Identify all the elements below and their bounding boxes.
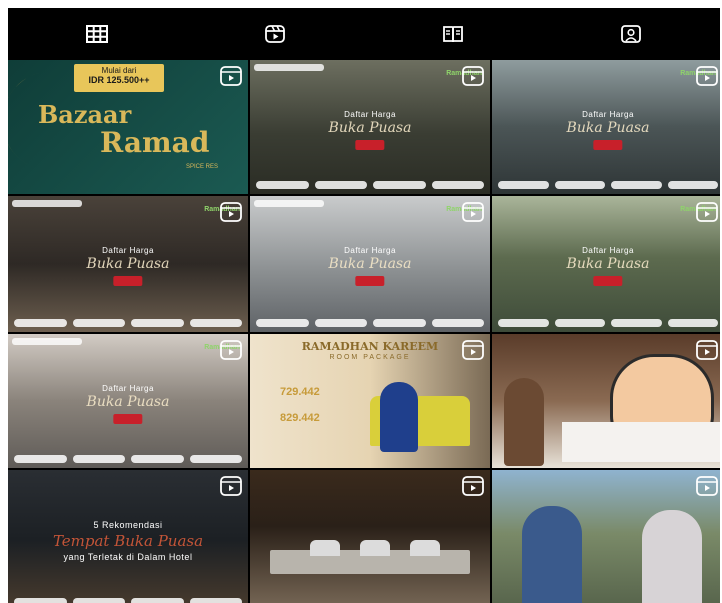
tile-footer	[498, 181, 718, 189]
tile-footer	[14, 455, 242, 463]
guest-photo	[642, 510, 702, 603]
tile-heading: 5 Rekomendasi	[93, 520, 163, 530]
post-tile[interactable]: Ramadhan Daftar Harga Buka Puasa	[492, 60, 720, 194]
guest-photo	[380, 382, 418, 452]
reel-indicator-icon	[696, 66, 718, 86]
reel-indicator-icon	[220, 476, 242, 496]
reel-indicator-icon	[462, 202, 484, 222]
tile-script-title: Buka Puasa	[566, 120, 650, 136]
post-grid: Mulai dari IDR 125.500++ Bazaar Ramad SP…	[8, 60, 720, 603]
reels-icon	[265, 25, 285, 43]
hotel-badge	[355, 276, 385, 286]
tile-subheading: yang Terletak di Dalam Hotel	[63, 552, 193, 562]
reel-indicator-icon	[462, 340, 484, 360]
room-price-1: 729.442	[280, 386, 320, 398]
reel-indicator-icon	[220, 202, 242, 222]
post-tile[interactable]: 5 Rekomendasi Tempat Buka Puasa yang Ter…	[8, 470, 248, 603]
post-tile[interactable]: Ramadhan Daftar Harga Buka Puasa	[8, 334, 248, 468]
reel-indicator-icon	[696, 476, 718, 496]
tab-tagged[interactable]	[542, 8, 720, 60]
tab-posts[interactable]	[8, 8, 186, 60]
account-strip	[12, 200, 82, 207]
tile-script-title: Buka Puasa	[566, 256, 650, 272]
account-strip	[12, 338, 82, 345]
tile-heading: Daftar Harga	[344, 246, 396, 255]
tagged-user-icon	[621, 25, 641, 43]
hotel-badge	[593, 140, 623, 150]
tile-heading: Daftar Harga	[102, 246, 154, 255]
hotel-badge	[355, 140, 385, 150]
tile-heading: Daftar Harga	[582, 110, 634, 119]
post-tile[interactable]: Mulai dari IDR 125.500++ Bazaar Ramad SP…	[8, 60, 248, 194]
tile-footer	[256, 319, 484, 327]
tile-footer	[498, 319, 718, 327]
tile-footer	[14, 319, 242, 327]
event-title-2: Ramad	[100, 126, 210, 159]
tile-heading: Daftar Harga	[582, 246, 634, 255]
chafing-dish	[360, 540, 390, 556]
room-price-2: 829.442	[280, 412, 320, 424]
tile-script-title: Buka Puasa	[86, 256, 170, 272]
hotel-badge	[113, 414, 143, 424]
bed	[562, 422, 720, 462]
hotel-badge	[113, 276, 143, 286]
account-strip	[254, 200, 324, 207]
hotel-badge	[593, 276, 623, 286]
promo-title: RAMADHAN KAREEM	[301, 340, 439, 353]
profile-tab-bar	[8, 8, 720, 60]
price-label: Mulai dari	[101, 66, 137, 75]
tile-script-title: Tempat Buka Puasa	[52, 532, 204, 550]
tile-heading: Daftar Harga	[102, 384, 154, 393]
price-value: IDR 125.500++	[88, 75, 150, 85]
chafing-dish	[310, 540, 340, 556]
promo-subtitle: ROOM PACKAGE	[329, 354, 411, 361]
tile-footer	[256, 181, 484, 189]
tile-script-title: Buka Puasa	[328, 256, 412, 272]
post-tile[interactable]: RAMADHAN KAREEM ROOM PACKAGE 729.442 829…	[250, 334, 490, 468]
post-tile[interactable]: Ramadhan Daftar Harga Buka Puasa	[8, 196, 248, 332]
post-tile[interactable]: Ramadhan Daftar Harga Buka Puasa	[250, 196, 490, 332]
reel-indicator-icon	[220, 340, 242, 360]
post-tile[interactable]: Ramadhan Daftar Harga Buka Puasa	[492, 196, 720, 332]
post-tile[interactable]	[492, 334, 720, 468]
event-title-1: Bazaar	[38, 100, 132, 129]
reel-indicator-icon	[696, 340, 718, 360]
guide-icon	[443, 26, 463, 43]
guest-photo	[522, 506, 582, 603]
post-tile[interactable]: Ramadhan Daftar Harga Buka Puasa	[250, 60, 490, 194]
tab-reels[interactable]	[186, 8, 364, 60]
tile-script-title: Buka Puasa	[86, 394, 170, 410]
post-tile[interactable]	[250, 470, 490, 603]
tile-footer	[14, 598, 242, 603]
reel-indicator-icon	[462, 66, 484, 86]
post-tile[interactable]	[492, 470, 720, 603]
reel-indicator-icon	[462, 476, 484, 496]
tab-guides[interactable]	[364, 8, 542, 60]
tile-heading: Daftar Harga	[344, 110, 396, 119]
price-badge: Mulai dari IDR 125.500++	[74, 64, 164, 92]
tile-script-title: Buka Puasa	[328, 120, 412, 136]
reel-indicator-icon	[696, 202, 718, 222]
chafing-dish	[410, 540, 440, 556]
reel-indicator-icon	[220, 66, 242, 86]
grid-icon	[86, 25, 108, 43]
account-strip	[254, 64, 324, 71]
guest-photo	[504, 378, 544, 466]
profile-feed: Mulai dari IDR 125.500++ Bazaar Ramad SP…	[8, 8, 720, 603]
restaurant-name: SPICE RES	[186, 164, 219, 170]
